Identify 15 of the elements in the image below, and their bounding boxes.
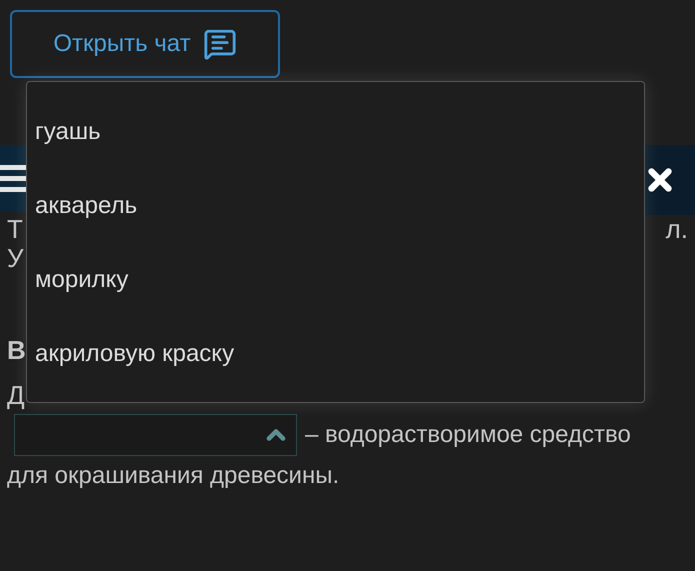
text-fragment: л. xyxy=(666,215,688,244)
dropdown-option[interactable]: акварель xyxy=(27,169,644,243)
menu-panel[interactable] xyxy=(0,145,26,211)
open-chat-button[interactable]: Открыть чат xyxy=(10,10,280,78)
heading-fragment: В xyxy=(7,335,26,365)
sentence-text: для окрашивания древесины. xyxy=(7,462,340,489)
text-fragment: Т xyxy=(7,215,23,244)
answer-dropdown-field[interactable] xyxy=(14,414,297,456)
text-fragment: Д xyxy=(7,380,25,410)
dropdown-option[interactable]: гуашь xyxy=(27,95,644,169)
dropdown-option[interactable]: акриловую краску xyxy=(27,317,644,391)
text-fragment: У xyxy=(7,243,24,273)
dropdown-option[interactable]: морилку xyxy=(27,243,644,317)
chat-icon xyxy=(202,27,237,61)
sentence-text: – водорастворимое средство xyxy=(305,420,631,450)
